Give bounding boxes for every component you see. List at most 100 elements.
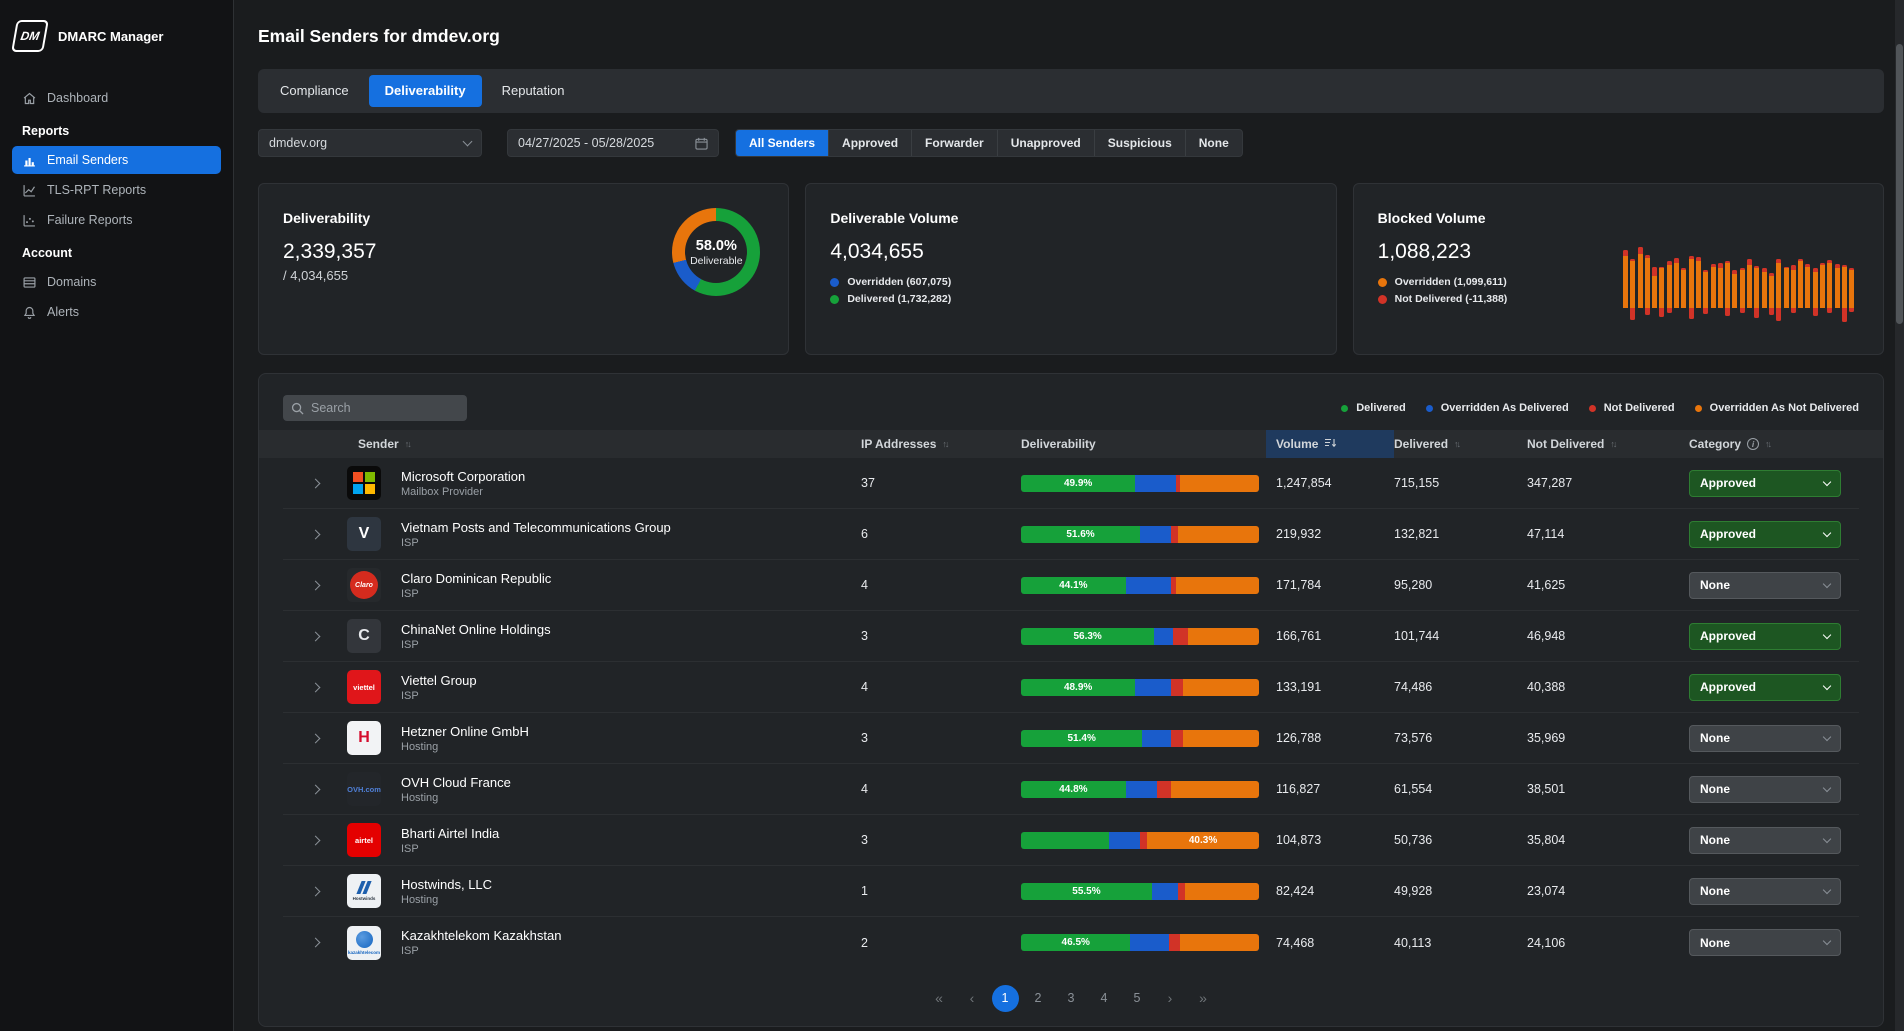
tab-reputation[interactable]: Reputation <box>486 75 581 107</box>
sidebar-item-domains[interactable]: Domains <box>12 268 221 296</box>
sidebar-item-failure-reports[interactable]: Failure Reports <box>12 206 221 234</box>
category-select[interactable]: None <box>1689 725 1841 752</box>
bell-icon <box>22 305 37 320</box>
domains-icon <box>22 275 37 290</box>
chevron-right-icon <box>310 733 320 743</box>
row-expand-button[interactable] <box>283 837 347 844</box>
table-legend-label: Not Delivered <box>1604 402 1675 414</box>
delivered-value: 132,821 <box>1394 527 1527 541</box>
row-expand-button[interactable] <box>283 633 347 640</box>
row-expand-button[interactable] <box>283 531 347 538</box>
category-select[interactable]: Approved <box>1689 674 1841 701</box>
diverging-bar <box>1747 216 1752 344</box>
row-expand-button[interactable] <box>283 480 347 487</box>
category-select[interactable]: None <box>1689 878 1841 905</box>
category-select[interactable]: Approved <box>1689 470 1841 497</box>
filter-all-senders[interactable]: All Senders <box>736 130 829 156</box>
row-expand-button[interactable] <box>283 684 347 691</box>
page-button-2[interactable]: 2 <box>1025 985 1052 1012</box>
category-select[interactable]: None <box>1689 929 1841 956</box>
column-header-deliverability[interactable]: Deliverability <box>1021 430 1276 458</box>
row-expand-button[interactable] <box>283 735 347 742</box>
tab-compliance[interactable]: Compliance <box>264 75 365 107</box>
filter-none[interactable]: None <box>1186 130 1242 156</box>
brand-name: DMARC Manager <box>58 29 163 44</box>
deliverability-card: Deliverability 2,339,357 / 4,034,655 58.… <box>258 183 789 355</box>
page-button-4[interactable]: 4 <box>1091 985 1118 1012</box>
sidebar-item-email-senders[interactable]: Email Senders <box>12 146 221 174</box>
column-header-ip-addresses[interactable]: IP Addresses↑↓ <box>861 430 1021 458</box>
column-header-not-delivered[interactable]: Not Delivered↑↓ <box>1527 430 1689 458</box>
deliverable-volume-bar-chart <box>1076 216 1308 332</box>
category-select[interactable]: None <box>1689 827 1841 854</box>
chevron-down-icon <box>1823 732 1831 740</box>
diverging-bar <box>1696 216 1701 344</box>
volume-value: 1,247,854 <box>1276 476 1394 490</box>
date-range-picker[interactable]: 04/27/2025 - 05/28/2025 <box>507 129 719 157</box>
row-expand-button[interactable] <box>283 582 347 589</box>
deliverability-stacked-bar: 46.5% <box>1021 934 1259 951</box>
filter-suspicious[interactable]: Suspicious <box>1095 130 1186 156</box>
summary-cards: Deliverability 2,339,357 / 4,034,655 58.… <box>258 183 1884 355</box>
filter-approved[interactable]: Approved <box>829 130 912 156</box>
diverging-bar <box>1820 216 1825 344</box>
deliverability-bar-cell: 55.5% <box>1021 883 1276 900</box>
chevron-right-icon <box>310 886 320 896</box>
chevron-down-icon <box>1823 834 1831 842</box>
filter-forwarder[interactable]: Forwarder <box>912 130 998 156</box>
legend-dot-icon <box>830 295 839 304</box>
first-page-button[interactable]: « <box>926 985 953 1012</box>
deliverability-bar-cell: 46.5% <box>1021 934 1276 951</box>
not-delivered-value: 23,074 <box>1527 884 1689 898</box>
page-button-1[interactable]: 1 <box>992 985 1019 1012</box>
bar-segment-green: 44.1% <box>1021 577 1126 594</box>
row-expand-button[interactable] <box>283 888 347 895</box>
logo-text: OVH.com <box>347 785 381 794</box>
deliverability-percent-label: 49.9% <box>1064 478 1092 489</box>
not-delivered-value: 41,625 <box>1527 578 1689 592</box>
last-page-button[interactable]: » <box>1190 985 1217 1012</box>
ip-addresses-value: 3 <box>861 731 1021 745</box>
category-select[interactable]: Approved <box>1689 623 1841 650</box>
category-value: Approved <box>1700 680 1756 694</box>
sender-type: Mailbox Provider <box>401 486 861 498</box>
senders-table-card: DeliveredOverridden As DeliveredNot Deli… <box>258 373 1884 1027</box>
filter-unapproved[interactable]: Unapproved <box>998 130 1095 156</box>
column-header-volume[interactable]: Volume <box>1266 430 1394 458</box>
domain-select[interactable]: dmdev.org <box>258 129 482 157</box>
tab-deliverability[interactable]: Deliverability <box>369 75 482 107</box>
deliverability-stacked-bar: 49.9% <box>1021 475 1259 492</box>
bar-segment-orange <box>1188 628 1259 645</box>
sidebar-item-alerts[interactable]: Alerts <box>12 298 221 326</box>
category-select[interactable]: None <box>1689 572 1841 599</box>
page-button-5[interactable]: 5 <box>1124 985 1151 1012</box>
search-box[interactable] <box>283 395 467 421</box>
previous-page-button[interactable]: ‹ <box>959 985 986 1012</box>
row-expand-button[interactable] <box>283 939 347 946</box>
sidebar-item-tls-rpt-reports[interactable]: TLS-RPT Reports <box>12 176 221 204</box>
column-header-sender[interactable]: Sender↑↓ <box>347 430 861 458</box>
bar-segment-green: 48.9% <box>1021 679 1135 696</box>
category-cell: None <box>1689 725 1861 752</box>
app-logo-text: DM <box>19 29 40 43</box>
column-header-delivered[interactable]: Delivered↑↓ <box>1394 430 1527 458</box>
bar-segment-red <box>1169 934 1181 951</box>
scrollbar-thumb[interactable] <box>1896 44 1903 324</box>
search-icon <box>291 402 304 415</box>
category-select[interactable]: None <box>1689 776 1841 803</box>
sender-logo: viettel <box>347 670 381 704</box>
info-icon[interactable]: i <box>1747 438 1759 450</box>
category-select[interactable]: Approved <box>1689 521 1841 548</box>
scrollbar[interactable] <box>1895 0 1904 1031</box>
next-page-button[interactable]: › <box>1157 985 1184 1012</box>
search-input[interactable] <box>311 401 451 415</box>
not-delivered-value: 35,969 <box>1527 731 1689 745</box>
page-button-3[interactable]: 3 <box>1058 985 1085 1012</box>
sender-logo: H <box>347 721 381 755</box>
diverging-bar <box>1674 216 1679 344</box>
diverging-bar <box>1703 216 1708 344</box>
column-header-category[interactable]: Categoryi↑↓ <box>1689 430 1861 458</box>
row-expand-button[interactable] <box>283 786 347 793</box>
sidebar-item-dashboard[interactable]: Dashboard <box>12 84 221 112</box>
bar-segment-orange <box>1176 577 1259 594</box>
